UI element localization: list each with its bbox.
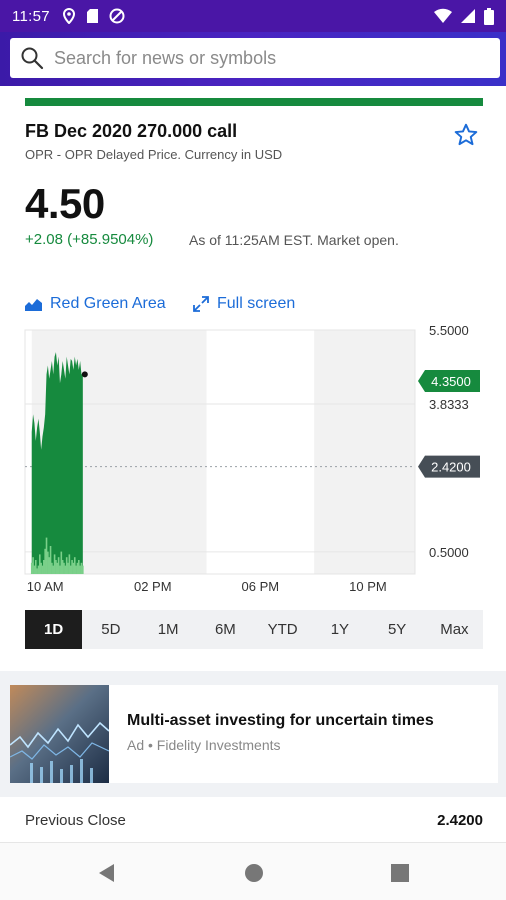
range-5y[interactable]: 5Y [369,610,426,649]
quote-change: +2.08 (+85.9504%) [25,231,154,248]
cellular-icon [461,9,475,23]
location-icon [62,8,75,24]
price-change-strip [25,98,483,106]
x-tick-label: 02 PM [134,579,172,594]
recents-icon[interactable] [389,862,411,884]
expand-icon [193,296,209,312]
fullscreen-label: Full screen [217,295,296,312]
previous-close-value: 2.4200 [437,812,483,829]
range-1y[interactable]: 1Y [311,610,368,649]
ad-title[interactable]: Multi-asset investing for uncertain time… [127,712,434,730]
y-tick-label: 3.8333 [429,397,469,412]
area-chart-icon [25,299,42,311]
watchlist-star-icon[interactable] [453,122,479,148]
ad-card[interactable]: Multi-asset investing for uncertain time… [10,685,498,783]
previous-close-tag-label: 2.4200 [431,460,471,475]
search-box[interactable] [10,38,500,78]
battery-icon [484,7,494,25]
wifi-icon [434,8,452,23]
ad-sponsor: Ad • Fidelity Investments [127,737,281,753]
sd-card-icon [86,9,98,23]
quote-title: FB Dec 2020 270.000 call [25,121,238,141]
status-time: 11:57 [12,7,50,25]
chart-type-button[interactable]: Red Green Area [25,295,166,313]
volume-bar [82,565,84,574]
previous-close-label: Previous Close [25,812,126,829]
do-not-disturb-icon [109,8,125,24]
quote-as-of: As of 11:25AM EST. Market open. [189,232,399,248]
fullscreen-button[interactable]: Full screen [193,295,295,313]
x-tick-label: 10 PM [349,579,387,594]
x-tick-label: 10 AM [27,579,64,594]
session-band [314,330,415,574]
range-selector: 1D 5D 1M 6M YTD 1Y 5Y Max [25,610,483,649]
range-5d[interactable]: 5D [82,610,139,649]
range-1d[interactable]: 1D [25,610,83,649]
chart-type-label: Red Green Area [50,295,166,312]
price-chart[interactable]: 5.5000 3.8333 0.5000 10 AM 02 PM 06 PM 10 PM 4.… [0,320,506,600]
y-tick-label: 5.5000 [429,323,469,338]
x-tick-label: 06 PM [242,579,280,594]
search-input[interactable] [54,47,474,69]
system-nav-bar [0,842,506,900]
search-icon[interactable] [20,46,44,70]
status-bar: 11:57 [0,0,506,32]
y-tick-label: 0.5000 [429,545,469,560]
ad-thumbnail [10,685,109,783]
range-ytd[interactable]: YTD [254,610,311,649]
range-1m[interactable]: 1M [140,610,197,649]
price-chart-svg: 5.5000 3.8333 0.5000 10 AM 02 PM 06 PM 10 PM 4.… [24,323,480,594]
range-max[interactable]: Max [426,610,483,649]
quote-price: 4.50 [25,180,105,227]
last-price-dot [81,371,88,378]
previous-close-row: Previous Close 2.4200 [0,800,506,842]
current-price-label: 4.3500 [431,374,471,389]
range-6m[interactable]: 6M [197,610,254,649]
back-icon[interactable] [96,862,118,884]
quote-subtitle: OPR - OPR Delayed Price. Currency in USD [25,147,283,162]
home-icon[interactable] [243,862,265,884]
search-header [0,32,506,86]
